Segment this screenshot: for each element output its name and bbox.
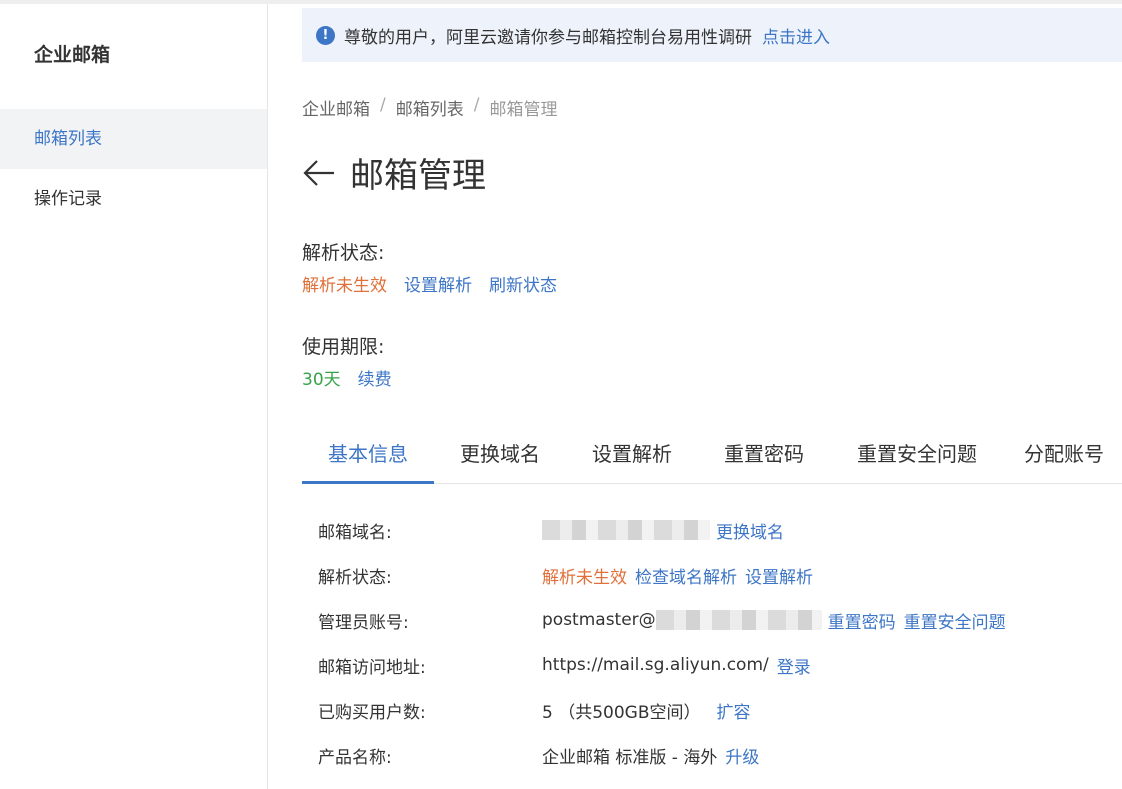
resolve-status-value: 解析未生效 [302,276,387,296]
breadcrumb-separator: / [380,95,386,115]
breadcrumb-separator: / [473,95,480,115]
renew-link[interactable]: 续费 [358,365,392,390]
sidebar: 企业邮箱 邮箱列表 操作记录 [0,4,268,789]
info-row-admin: 管理员账号: postmaster@ 重置密码 重置安全问题 [318,605,1118,635]
set-resolve-link[interactable]: 设置解析 [404,271,472,296]
info-icon: ! [316,25,335,45]
tab-reset-password[interactable]: 重置密码 [714,430,814,484]
notice-link[interactable]: 点击进入 [762,23,830,48]
users-value: 5 （共500GB空间） [542,702,701,723]
page-title: 邮箱管理 [350,156,486,196]
product-label: 产品名称: [318,747,392,768]
tab-set-resolve[interactable]: 设置解析 [582,430,682,484]
expand-link[interactable]: 扩容 [717,698,751,723]
sidebar-item-mailbox-list[interactable]: 邮箱列表 [0,109,267,169]
tab-change-domain[interactable]: 更换域名 [450,430,550,484]
arrow-left-icon[interactable] [302,153,336,193]
users-label: 已购买用户数: [318,702,426,723]
notice-text: 尊敬的用户，阿里云邀请你参与邮箱控制台易用性调研 [344,27,752,48]
refresh-status-link[interactable]: 刷新状态 [489,271,557,296]
admin-label: 管理员账号: [318,612,409,633]
reset-password-link[interactable]: 重置密码 [828,608,896,633]
reset-security-question-link[interactable]: 重置安全问题 [904,608,1006,633]
check-dns-link[interactable]: 检查域名解析 [635,563,737,588]
set-resolve-info-link[interactable]: 设置解析 [745,563,813,588]
info-row-users: 已购买用户数: 5 （共500GB空间） 扩容 [318,695,1118,725]
resolve-status-label: 解析状态: [302,242,385,264]
tab-reset-security-question[interactable]: 重置安全问题 [850,430,984,484]
resolve-status-row: 解析未生效 设置解析 刷新状态 [302,271,557,296]
info-row-resolve: 解析状态: 解析未生效 检查域名解析 设置解析 [318,560,1118,590]
info-row-product: 产品名称: 企业邮箱 标准版 - 海外 升级 [318,740,1118,770]
login-link[interactable]: 登录 [777,653,811,678]
resolve-value: 解析未生效 [542,567,627,588]
redacted-admin-domain [655,610,822,630]
period-row: 30天 续费 [302,365,392,390]
domain-label: 邮箱域名: [318,522,392,543]
period-value: 30天 [302,370,341,390]
redacted-domain [542,520,710,540]
page-header: 邮箱管理 [302,148,486,197]
breadcrumb-item[interactable]: 企业邮箱 [302,95,370,120]
tab-assign-account[interactable]: 分配账号 [1024,430,1122,484]
upgrade-link[interactable]: 升级 [725,743,759,768]
tab-bar: 基本信息 更换域名 设置解析 重置密码 重置安全问题 分配账号 [302,430,1122,484]
url-label: 邮箱访问地址: [318,657,426,678]
breadcrumb: 企业邮箱 / 邮箱列表 / 邮箱管理 [302,95,557,120]
breadcrumb-current: 邮箱管理 [489,100,558,120]
sidebar-title: 企业邮箱 [34,44,111,66]
info-row-url: 邮箱访问地址: https://mail.sg.aliyun.com/ 登录 [318,650,1118,680]
resolve-label: 解析状态: [318,567,392,588]
admin-account-prefix: postmaster@ [542,610,656,630]
change-domain-link[interactable]: 更换域名 [716,518,784,543]
sidebar-item-operation-log[interactable]: 操作记录 [0,169,267,229]
info-row-domain: 邮箱域名: 更换域名 [318,515,1118,545]
access-url: https://mail.sg.aliyun.com/ [542,655,769,675]
breadcrumb-item[interactable]: 邮箱列表 [396,95,464,120]
period-label: 使用期限: [302,336,385,358]
product-value: 企业邮箱 标准版 - 海外 [542,747,718,768]
tab-basic-info[interactable]: 基本信息 [302,430,434,484]
survey-notice: ! 尊敬的用户，阿里云邀请你参与邮箱控制台易用性调研 点击进入 [302,8,1122,62]
